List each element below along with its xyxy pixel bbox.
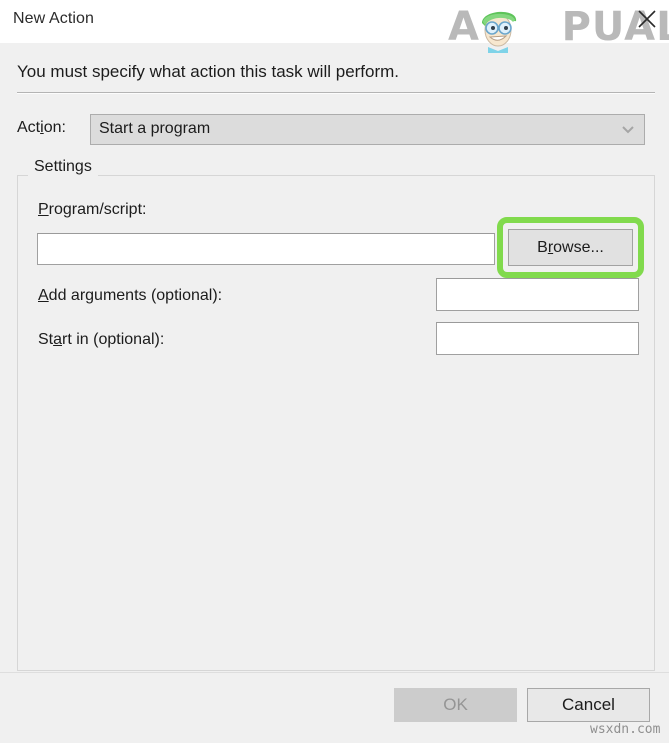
start-in-label-part1: St [38,331,53,348]
appuals-logo: AMMPUALS [448,1,648,53]
appuals-mascot-icon [472,1,524,53]
action-label-part2: on: [44,119,66,136]
ok-button[interactable]: OK [394,688,517,722]
site-watermark: wsxdn.com [590,722,660,737]
title-bar: New Action AMMPUALS [0,0,669,43]
appuals-logo-letter-a: A [448,4,480,50]
program-script-label-accelerator: P [38,201,49,218]
header-separator [17,92,655,94]
start-in-label-part2: rt in (optional): [62,331,164,348]
new-action-dialog: New Action AMMPUALS [0,0,669,743]
browse-button[interactable]: Browse... [508,229,633,266]
add-arguments-label-text: dd arguments (optional): [49,287,222,304]
program-script-label: Program/script: [38,201,146,219]
action-label-part1: Act [17,119,40,136]
chevron-down-icon [622,126,634,134]
cancel-button[interactable]: Cancel [527,688,650,722]
start-in-label: Start in (optional): [38,331,164,349]
action-label: Action: [17,119,66,137]
window-title: New Action [13,10,94,28]
action-combobox[interactable]: Start a program [90,114,645,145]
settings-group-label: Settings [28,158,98,176]
start-in-label-accelerator: a [53,331,62,348]
add-arguments-label: Add arguments (optional): [38,287,222,305]
action-combobox-value: Start a program [99,120,210,138]
dialog-headline: You must specify what action this task w… [17,62,399,82]
program-script-label-text: rogram/script: [49,201,147,218]
add-arguments-label-accelerator: A [38,287,49,304]
program-script-input[interactable] [37,233,495,265]
browse-label-part1: B [537,239,548,257]
add-arguments-input[interactable] [436,278,639,311]
footer-separator [0,672,669,673]
close-icon[interactable] [632,4,662,34]
start-in-input[interactable] [436,322,639,355]
browse-label-part2: owse... [553,239,604,257]
